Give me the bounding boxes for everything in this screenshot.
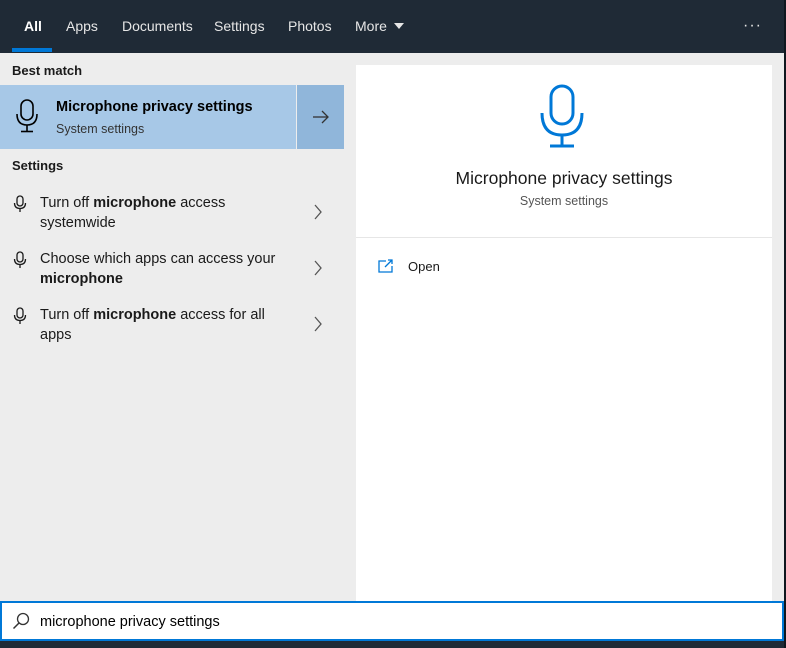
active-tab-indicator	[12, 48, 52, 52]
settings-result-label: Turn off microphone access systemwide	[40, 195, 226, 231]
tab-all[interactable]: All	[24, 0, 42, 53]
panel-gutter	[344, 53, 356, 601]
tab-documents[interactable]: Documents	[122, 0, 193, 53]
microphone-icon	[538, 83, 586, 154]
best-match-main[interactable]: Microphone privacy settings System setti…	[0, 85, 295, 149]
chevron-right-icon	[313, 203, 323, 226]
tab-photos[interactable]: Photos	[288, 0, 332, 53]
settings-result[interactable]: Turn off microphone access for all apps	[0, 301, 344, 357]
panel-gutter	[772, 53, 784, 601]
microphone-icon	[14, 98, 40, 139]
open-preview-button[interactable]	[296, 85, 344, 149]
search-scope-tabs: All Apps Documents Settings Photos More …	[0, 0, 784, 53]
microphone-icon	[13, 307, 27, 330]
search-box[interactable]	[0, 601, 784, 641]
microphone-icon	[13, 251, 27, 274]
divider	[356, 237, 772, 238]
best-match-result[interactable]: Microphone privacy settings System setti…	[0, 85, 344, 149]
preview-subtitle: System settings	[519, 194, 609, 208]
chevron-right-icon	[313, 259, 323, 282]
tab-more-label: More	[355, 18, 387, 34]
settings-heading: Settings	[12, 158, 64, 173]
search-icon	[12, 612, 30, 635]
open-icon	[378, 259, 394, 278]
microphone-icon	[13, 195, 27, 218]
settings-result-label: Choose which apps can access your microp…	[40, 251, 276, 287]
preview-title: Microphone privacy settings	[455, 168, 673, 188]
settings-result[interactable]: Choose which apps can access your microp…	[0, 245, 344, 301]
ellipsis-icon[interactable]: ···	[743, 14, 762, 38]
open-action-label: Open	[408, 259, 440, 274]
arrow-right-icon	[313, 110, 329, 124]
tab-settings[interactable]: Settings	[214, 0, 265, 53]
settings-result-label: Turn off microphone access for all apps	[40, 307, 265, 343]
chevron-right-icon	[313, 315, 323, 338]
best-match-title: Microphone privacy settings	[56, 99, 253, 115]
best-match-heading: Best match	[12, 63, 83, 78]
settings-result[interactable]: Turn off microphone access systemwide	[0, 189, 344, 245]
panel-gutter	[356, 53, 772, 65]
taskbar-strip	[0, 641, 786, 648]
best-match-subtitle: System settings	[56, 122, 145, 136]
tab-more[interactable]: More	[355, 0, 404, 53]
search-input[interactable]	[40, 611, 740, 633]
preview-pane: Microphone privacy settings System setti…	[356, 65, 772, 601]
results-panel: Best match Microphone privacy settings S…	[0, 53, 344, 601]
chevron-down-icon	[393, 23, 404, 30]
tab-apps[interactable]: Apps	[66, 0, 98, 53]
